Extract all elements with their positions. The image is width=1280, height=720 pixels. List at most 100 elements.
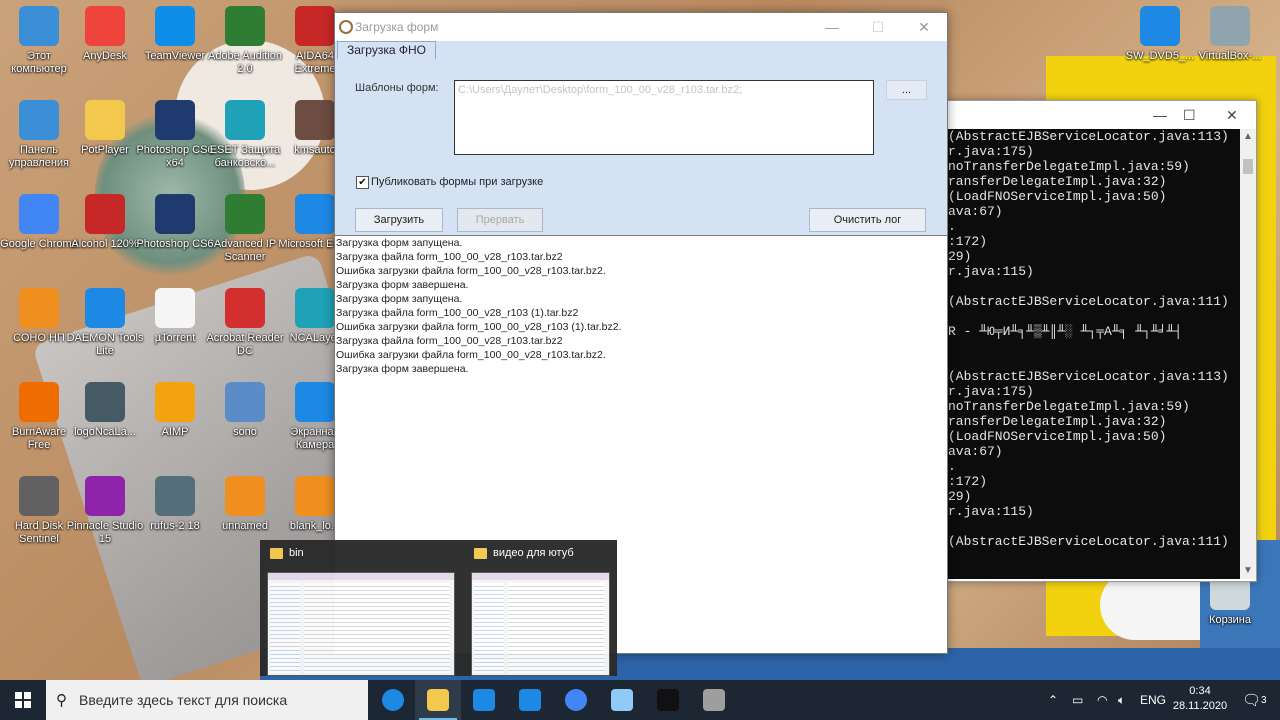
maximize-icon[interactable]: ☐ (855, 13, 901, 41)
load-button[interactable]: Загрузить (355, 208, 443, 232)
sono-icon (225, 476, 265, 516)
app-icon (339, 20, 353, 34)
volume-icon[interactable]: 🔈︎ (1118, 680, 1125, 720)
dialog-title: Загрузка форм (355, 20, 439, 34)
maximize-icon[interactable]: ☐ (1183, 107, 1196, 124)
console-line: (LoadFNOServiceImpl.java:50) (948, 189, 1167, 204)
hdd-sentinel-icon (19, 476, 59, 516)
desktop-icon[interactable]: AIMP (136, 382, 214, 472)
explorer-thumbnail-popup: bin видео для ютуб (260, 540, 617, 676)
console-icon (657, 689, 679, 711)
tab-fno-upload[interactable]: Загрузка ФНО (337, 41, 436, 60)
desktop-icon[interactable]: SW_DVD5_... (1121, 6, 1199, 96)
log-line: Ошибка загрузки файла form_100_00_v28_r1… (336, 321, 622, 333)
desktop-icon[interactable]: µTorrent (136, 288, 214, 378)
desktop-icon[interactable]: DAEMON Tools Lite (66, 288, 144, 378)
clock-time: 0:34 (1189, 685, 1211, 697)
desktop-icon[interactable]: rufus-2.18 (136, 476, 214, 566)
thumbnail-window[interactable]: bin (260, 540, 455, 676)
abort-button[interactable]: Прервать (457, 208, 543, 232)
thumbnail-preview (471, 572, 610, 676)
desktop-icon-label: Advanced IP Scanner (213, 238, 277, 263)
chrome-icon (19, 194, 59, 234)
desktop-icon-label: VirtualBox-... (1198, 50, 1262, 62)
windows-icon (15, 692, 31, 708)
console-line: (AbstractEJBServiceLocator.java:113) (948, 369, 1229, 384)
templates-label: Шаблоны форм: (355, 82, 439, 94)
desktop-icon[interactable]: PotPlayer (66, 100, 144, 190)
console-line: r.java:115) (948, 504, 1034, 519)
photoshop-icon (155, 194, 195, 234)
taskbar-app-explorer[interactable] (415, 680, 461, 720)
taskbar-app-chrome[interactable] (553, 680, 599, 720)
browse-button[interactable]: ... (886, 80, 927, 100)
audition-icon (225, 6, 265, 46)
clear-log-button[interactable]: Очистить лог (809, 208, 926, 232)
wifi-icon[interactable]: ◠ (1097, 680, 1107, 720)
minimize-icon[interactable]: — (1153, 107, 1167, 123)
taskbar-app-edge[interactable] (370, 680, 416, 720)
desktop-icon[interactable]: Alcohol 120% (66, 194, 144, 284)
scroll-thumb[interactable] (1243, 159, 1253, 174)
aida64-icon (295, 6, 335, 46)
desktop-icon[interactable]: Photoshop CS6 x64 (136, 100, 214, 190)
taskbar: ⚲ Введите здесь текст для поиска ⌃ ▭ ◠ 🔈… (0, 680, 1280, 720)
monitor-icon (611, 689, 633, 711)
console-line: r.java:175) (948, 144, 1034, 159)
desktop-icon[interactable]: Pinnacle Studio 15 (66, 476, 144, 566)
minimize-icon[interactable]: — (809, 13, 855, 41)
desktop-icon-label: Acrobat Reader DC (206, 332, 284, 357)
network-device-icon[interactable]: ▭ (1072, 680, 1083, 720)
console-line: (AbstractEJBServiceLocator.java:113) (948, 129, 1229, 144)
desktop-icon[interactable]: Photoshop CS6 (136, 194, 214, 284)
templates-field[interactable]: C:\Users\Даулет\Desktop\form_100_00_v28_… (454, 80, 874, 155)
taskbar-app-sono[interactable] (691, 680, 737, 720)
file-explorer-icon (427, 689, 449, 711)
dialog-titlebar[interactable]: Загрузка форм — ☐ ✕ (335, 13, 947, 41)
console-window[interactable]: — ☐ ✕ (AbstractEJBServiceLocator.java:11… (940, 100, 1257, 582)
close-icon[interactable]: ✕ (901, 13, 947, 41)
console-line: . (948, 459, 956, 474)
desktop-icon[interactable]: VirtualBox-... (1191, 6, 1269, 96)
desktop-icon-label: rufus-2.18 (150, 520, 200, 532)
close-icon[interactable]: ✕ (1226, 107, 1238, 124)
preview-rows (304, 583, 450, 673)
scroll-up-icon[interactable]: ▲ (1240, 129, 1256, 145)
desktop-icon[interactable]: AnyDesk (66, 6, 144, 96)
desktop-icon[interactable]: ESET Защита банковско... (206, 100, 284, 190)
publish-checkbox[interactable]: ✔ (356, 176, 369, 189)
desktop-icon[interactable]: logoNcaLa... (66, 382, 144, 472)
scroll-down-icon[interactable]: ▼ (1240, 563, 1256, 579)
desktop-icon-label: ESET Защита банковско... (209, 144, 281, 169)
taskbar-search[interactable]: ⚲ Введите здесь текст для поиска (46, 680, 368, 720)
start-button[interactable] (0, 680, 46, 720)
taskbar-app-store[interactable] (461, 680, 507, 720)
desktop-icon[interactable]: sono (206, 382, 284, 472)
search-placeholder: Введите здесь текст для поиска (79, 692, 288, 708)
console-scrollbar[interactable]: ▲ ▼ (1240, 129, 1256, 579)
show-hidden-icons[interactable]: ⌃ (1048, 680, 1058, 720)
console-titlebar[interactable]: — ☐ ✕ (941, 101, 1256, 129)
desktop-icon[interactable]: TeamViewer (136, 6, 214, 96)
desktop-icon[interactable]: Acrobat Reader DC (206, 288, 284, 378)
log-line: Загрузка форм завершена. (336, 363, 469, 375)
ncalayer-logo-icon (85, 382, 125, 422)
console-line: :172) (948, 234, 988, 249)
clock[interactable]: 0:34 28.11.2020 (1165, 684, 1235, 714)
desktop-icon[interactable]: Корзина (1191, 570, 1269, 660)
language-indicator[interactable]: ENG (1140, 680, 1166, 720)
taskbar-app-computer[interactable] (599, 680, 645, 720)
desktop-icon-label: AnyDesk (82, 50, 128, 62)
taskbar-app-mail[interactable] (507, 680, 553, 720)
desktop-icon[interactable]: Adobe Audition 2.0 (206, 6, 284, 96)
alcohol-icon (85, 194, 125, 234)
sono-icon (19, 288, 59, 328)
taskbar-app-cmd[interactable] (645, 680, 691, 720)
notifications-icon[interactable]: 🗨︎ 3 (1242, 680, 1267, 720)
thumbnail-window[interactable]: видео для ютуб (464, 540, 642, 676)
desktop-icon[interactable]: Advanced IP Scanner (206, 194, 284, 284)
desktop-icon-label: µTorrent (154, 332, 196, 344)
